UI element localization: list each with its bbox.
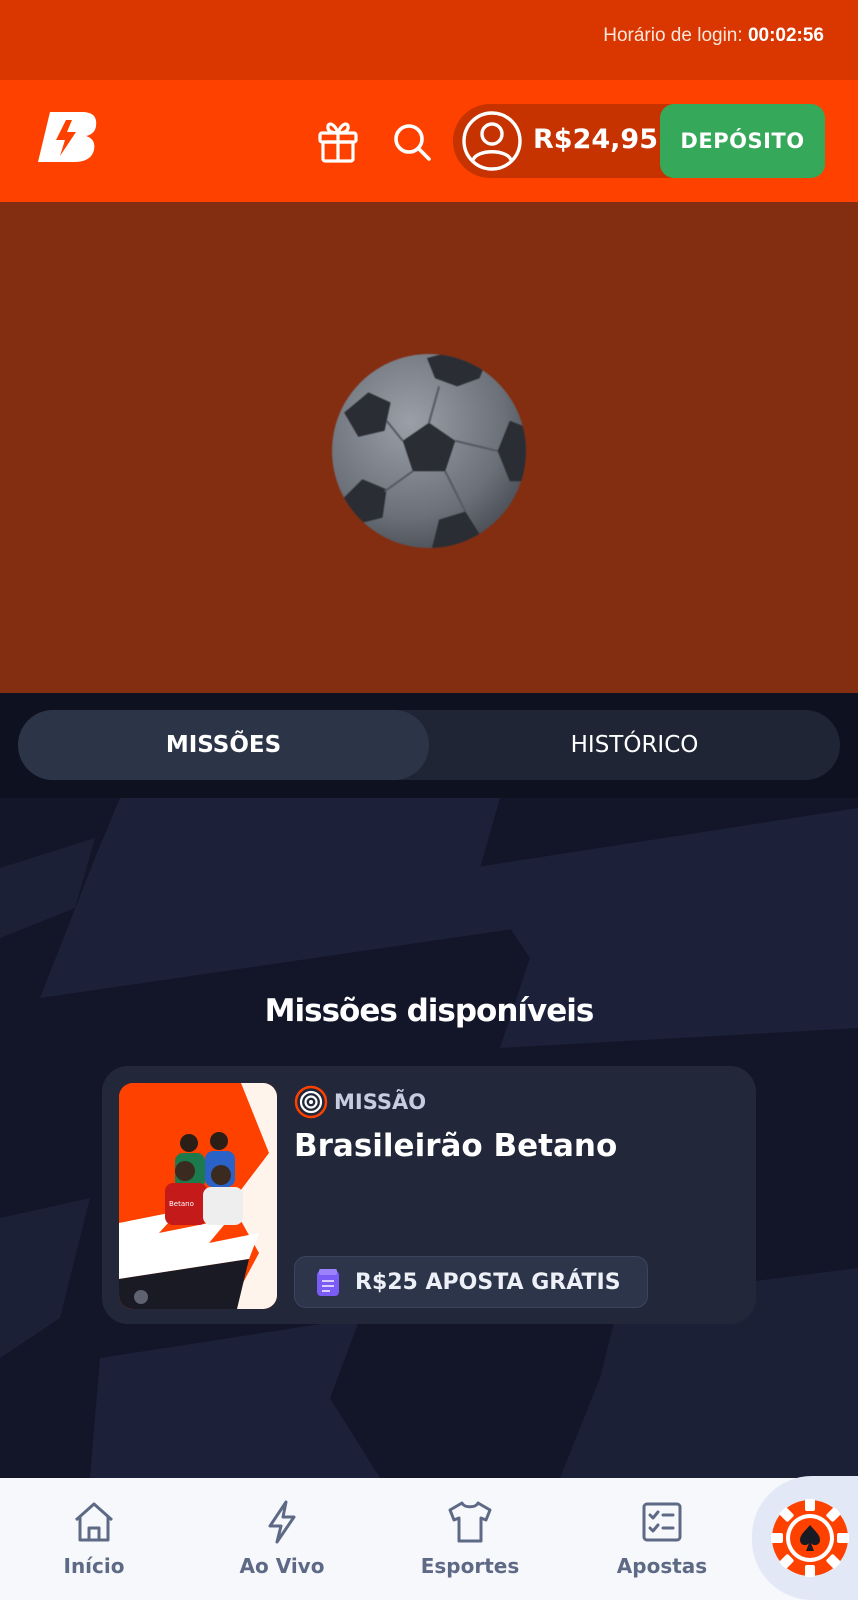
tab-missions[interactable]: MISSÕES [18,710,429,780]
reward-badge: R$25 APOSTA GRÁTIS [294,1256,648,1308]
user-avatar-icon[interactable] [461,110,523,172]
mission-tag-row: MISSÃO [294,1084,426,1120]
hero-banner [0,202,858,693]
mission-card[interactable]: Betano MISSÃO Brasileirão Betano R$25 AP… [102,1066,756,1324]
mission-tag: MISSÃO [334,1090,427,1114]
search-icon[interactable] [390,120,434,164]
login-time-value: 00:02:56 [747,25,824,46]
target-icon [294,1085,328,1119]
lightning-icon [268,1500,296,1544]
soccer-ball-image [332,354,526,548]
tabs-area: MISSÕES HISTÓRICO [0,693,858,798]
section-title: Missões disponíveis [264,993,595,1029]
betano-logo[interactable] [36,108,100,164]
home-icon [75,1502,113,1542]
deposit-button[interactable]: DEPÓSITO [660,104,825,178]
missions-content: Missões disponíveis Betano MISSÃO Brasil… [0,798,858,1478]
nav-label-bets: Apostas [616,1554,708,1578]
reward-label: R$25 APOSTA GRÁTIS [355,1269,621,1295]
nav-item-sports[interactable]: Esportes [410,1478,530,1600]
casino-button[interactable] [752,1476,858,1600]
nav-label-home: Início [63,1554,125,1578]
tab-bar: MISSÕES HISTÓRICO [18,710,840,780]
nav-item-live[interactable]: Ao Vivo [222,1478,342,1600]
balance-pill[interactable]: R$24,95 DEPÓSITO [453,104,825,178]
bottom-nav: Início Ao Vivo Esportes Apostas [0,1476,858,1600]
nav-item-bets[interactable]: Apostas [602,1478,722,1600]
thumb-brand-text: Betano [169,1200,194,1208]
app-header: R$24,95 DEPÓSITO [0,80,858,202]
casino-chip-icon [771,1499,849,1577]
mission-thumbnail[interactable]: Betano [119,1083,277,1309]
login-time: Horário de login: 00:02:56 [603,25,824,47]
tab-history[interactable]: HISTÓRICO [429,710,840,780]
nav-item-home[interactable]: Início [44,1478,144,1600]
nav-label-live: Ao Vivo [239,1554,325,1578]
status-bar: Horário de login: 00:02:56 [0,0,858,80]
balance-amount[interactable]: R$24,95 [533,124,658,155]
mission-title[interactable]: Brasileirão Betano [294,1128,617,1164]
mission-thumbnail-art: Betano [119,1083,277,1309]
nav-label-sports: Esportes [420,1554,520,1578]
checklist-icon [642,1502,682,1542]
gift-icon[interactable] [316,120,360,164]
bet-slip-icon [317,1269,339,1296]
login-time-label: Horário de login: [603,25,743,46]
jersey-icon [448,1501,492,1543]
